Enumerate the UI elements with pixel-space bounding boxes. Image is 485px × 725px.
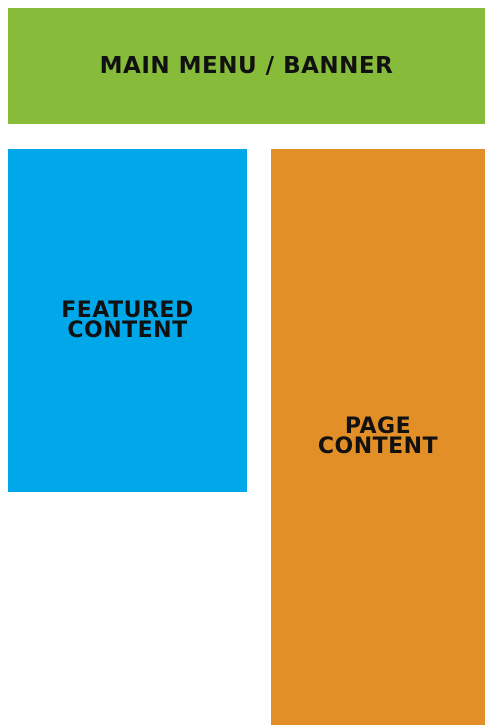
featured-content-block: FEATURED CONTENT bbox=[8, 149, 247, 492]
main-menu-banner-block: MAIN MENU / BANNER bbox=[8, 8, 485, 124]
featured-label-line-2: CONTENT bbox=[67, 317, 188, 343]
banner-label: MAIN MENU / BANNER bbox=[99, 53, 394, 79]
page-content-block: PAGE CONTENT bbox=[271, 149, 485, 725]
page-label-line-2: CONTENT bbox=[317, 434, 439, 459]
